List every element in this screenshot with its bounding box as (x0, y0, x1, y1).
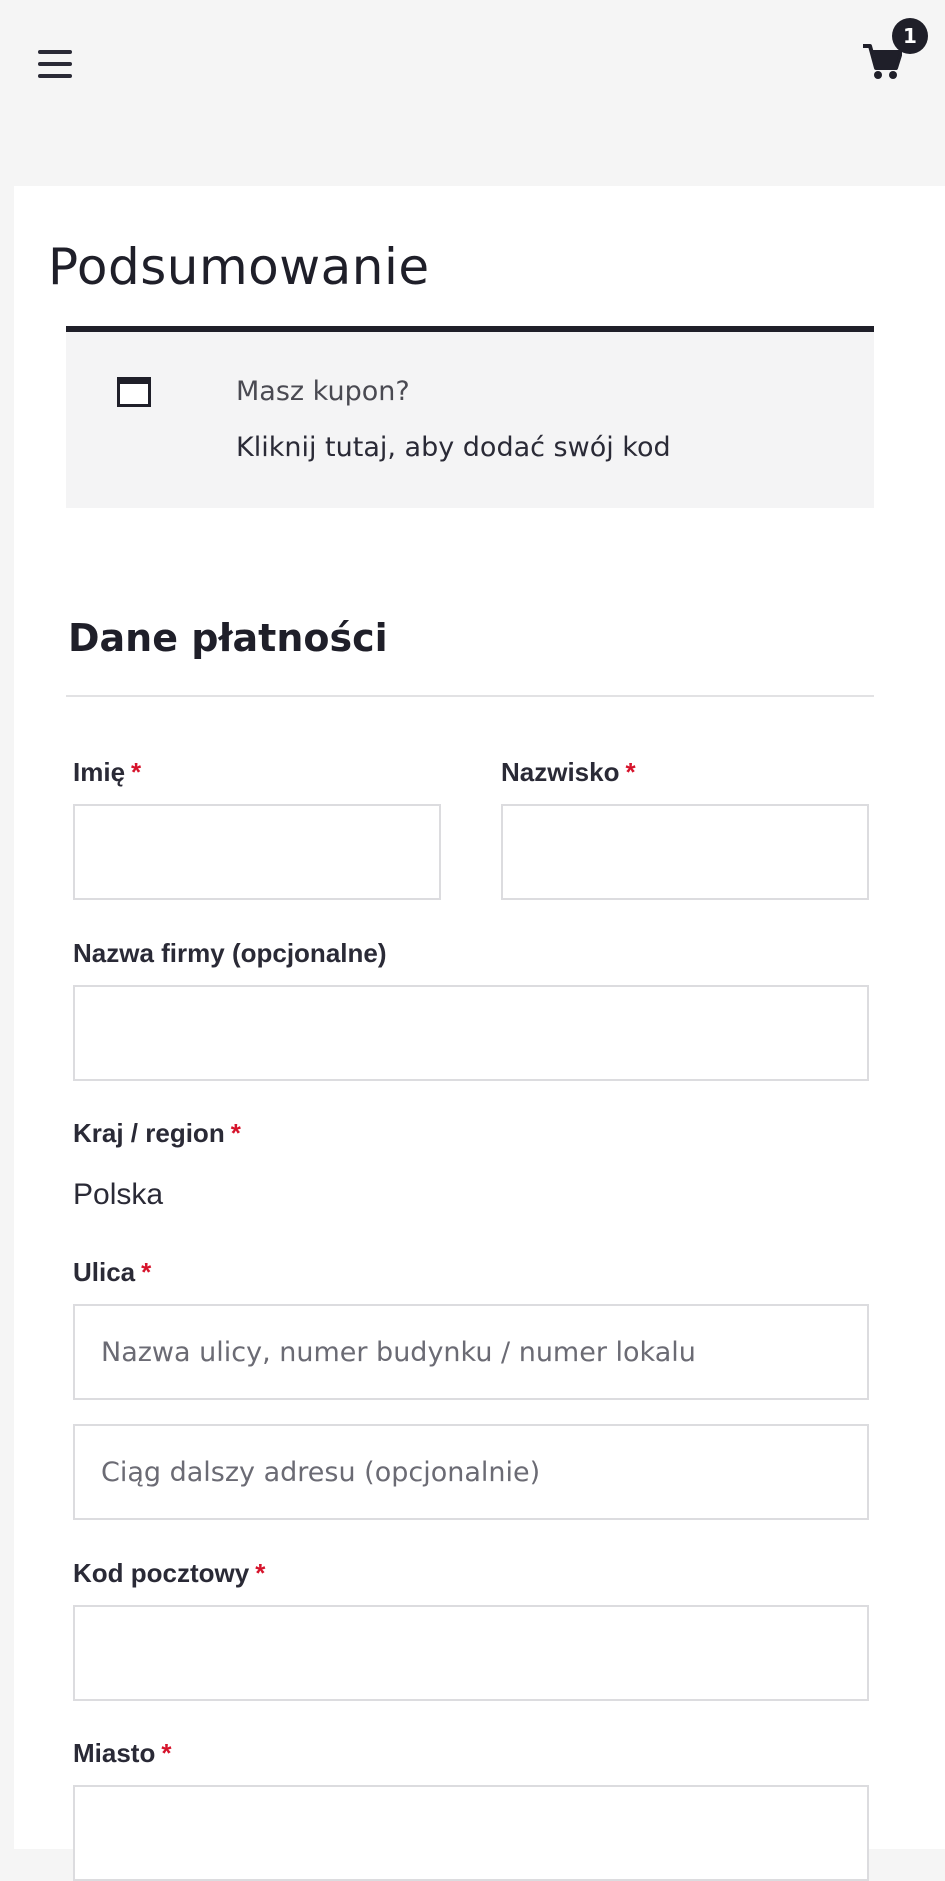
company-field[interactable] (73, 985, 869, 1081)
cart-count-badge[interactable]: 1 (892, 18, 928, 54)
postcode-field[interactable] (73, 1605, 869, 1701)
city-label: Miasto * (73, 1738, 172, 1768)
country-label: Kraj / region * (73, 1118, 241, 1148)
country-value: Polska (73, 1178, 164, 1211)
postcode-label: Kod pocztowy * (73, 1558, 266, 1588)
section-divider (66, 695, 874, 697)
last-name-label: Nazwisko * (501, 757, 636, 787)
street-address-line2-field[interactable] (73, 1424, 869, 1520)
hamburger-menu-icon[interactable] (38, 50, 72, 78)
first-name-label: Imię * (73, 757, 142, 787)
coupon-notice: Masz kupon? Kliknij tutaj, aby dodać swó… (66, 326, 874, 508)
street-label: Ulica * (73, 1257, 152, 1287)
last-name-field[interactable] (501, 804, 869, 900)
company-label: Nazwa firmy (opcjonalne) (73, 938, 387, 968)
checkout-card: Podsumowanie Masz kupon? Kliknij tutaj, … (14, 186, 945, 1881)
site-header: 1 (0, 0, 945, 130)
first-name-field[interactable] (73, 804, 441, 900)
coupon-window-icon (117, 377, 151, 407)
page-title: Podsumowanie (48, 238, 430, 296)
street-address-field[interactable] (73, 1304, 869, 1400)
billing-section-title: Dane płatności (68, 616, 388, 660)
coupon-question: Masz kupon? (236, 376, 410, 407)
coupon-add-link[interactable]: Kliknij tutaj, aby dodać swój kod (236, 432, 671, 463)
city-field[interactable] (73, 1785, 869, 1881)
